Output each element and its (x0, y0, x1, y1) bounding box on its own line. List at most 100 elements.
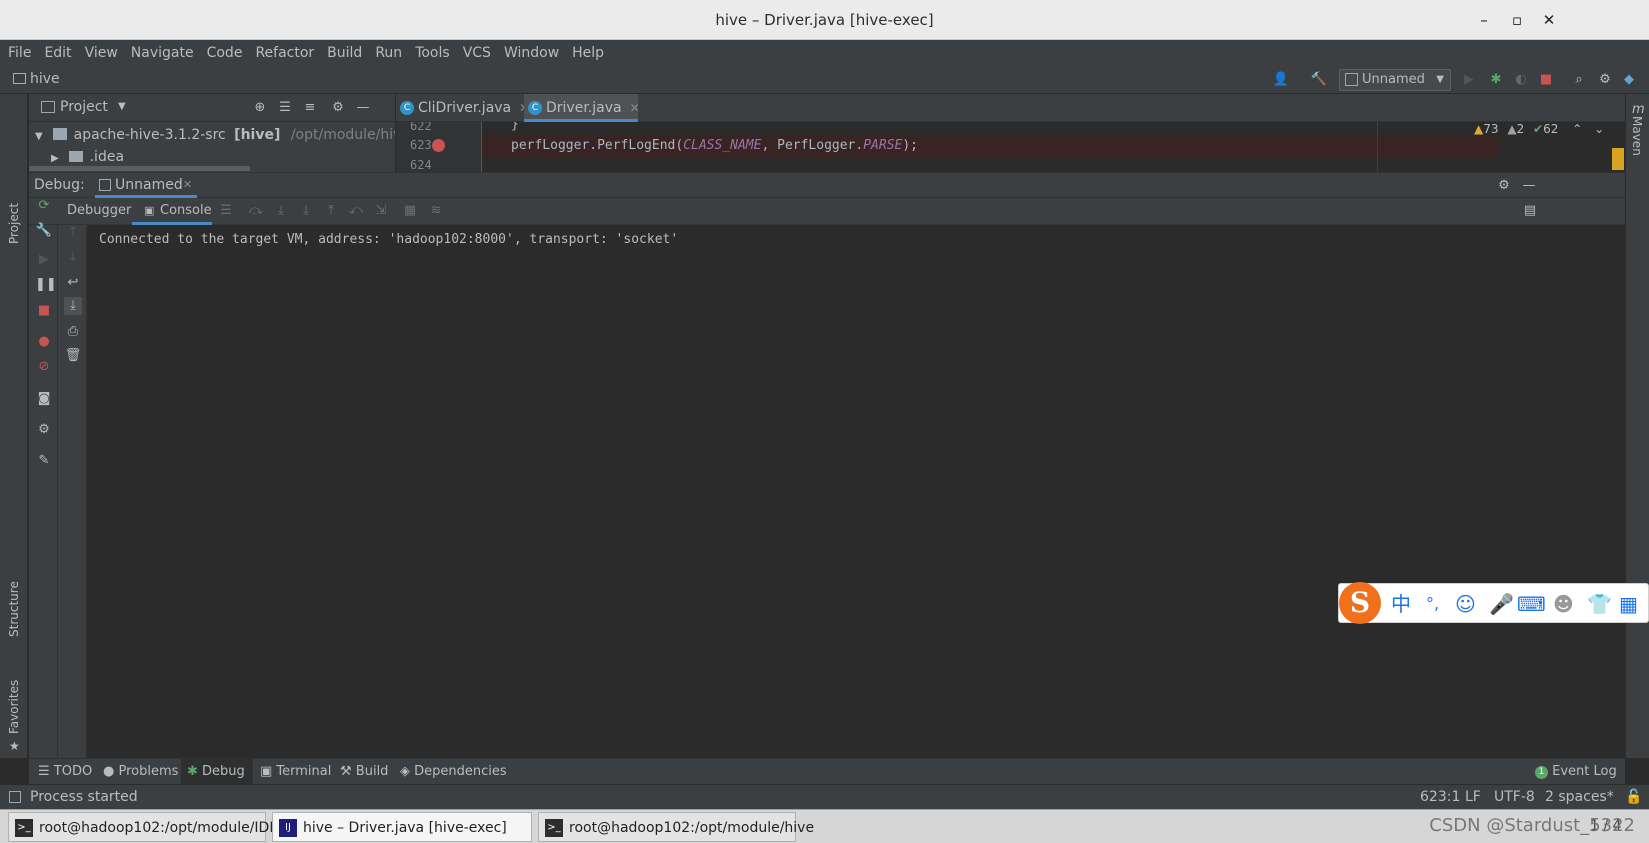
code-editor[interactable]: 622 623 624 } perfLogger.PerfLogEnd(CLAS… (396, 122, 1625, 172)
toolbox-icon[interactable]: ◆ (1620, 71, 1638, 89)
line-separator[interactable]: LF (1465, 789, 1481, 805)
tab-console[interactable]: ▣ Console (132, 198, 212, 225)
indent-setting[interactable]: 2 spaces* (1545, 789, 1614, 805)
horizontal-scrollbar[interactable] (29, 166, 250, 171)
run-icon[interactable]: ▶ (1460, 71, 1478, 89)
run-to-cursor-icon[interactable]: ⇲ (372, 202, 390, 220)
restore-layout-icon[interactable]: ▤ (1521, 202, 1539, 220)
minimize-button[interactable]: – (1472, 9, 1496, 31)
stop-icon[interactable]: ■ (35, 302, 53, 320)
settings-gear-icon[interactable]: ⚙ (329, 99, 347, 117)
expand-all-icon[interactable]: ☰ (276, 99, 294, 117)
hide-icon[interactable]: — (1520, 177, 1538, 195)
taskbar-item-terminal-ide[interactable]: >_ root@hadoop102:/opt/module/IDE··· (8, 812, 292, 842)
menu-tools[interactable]: Tools (415, 45, 450, 61)
tab-todo[interactable]: ☰ TODO (38, 759, 92, 785)
step-into-icon[interactable]: ⤓ (272, 202, 290, 220)
breakpoint-icon[interactable] (432, 139, 445, 152)
camera-icon[interactable]: ◙ (35, 390, 53, 408)
debug-session-tab[interactable]: Unnamed ✕ (95, 173, 197, 198)
close-tab-icon[interactable]: ✕ (630, 101, 640, 115)
settings-gear-icon[interactable]: ⚙ (35, 421, 53, 439)
mute-breakpoints-icon[interactable]: ⊘ (35, 358, 53, 376)
file-encoding[interactable]: UTF-8 (1494, 789, 1535, 805)
tab-terminal[interactable]: ▣ Terminal (260, 759, 331, 785)
lock-icon[interactable]: 🔓 (1625, 789, 1642, 805)
print-icon[interactable]: ⎙ (64, 323, 82, 341)
error-stripe-marker[interactable] (1612, 148, 1624, 170)
evaluate-icon[interactable]: ▦ (401, 202, 419, 220)
menu-view[interactable]: View (85, 45, 118, 61)
menu-run[interactable]: Run (375, 45, 402, 61)
emoji-icon[interactable]: ☺ (1455, 592, 1476, 616)
user-account-icon[interactable]: ☻ (1553, 592, 1574, 616)
close-window-button[interactable]: ✕ (1537, 9, 1561, 31)
menu-refactor[interactable]: Refactor (255, 45, 314, 61)
tree-item-idea[interactable]: ▶ .idea (51, 146, 124, 168)
collapse-all-icon[interactable]: ≡ (301, 99, 319, 117)
inspection-widget[interactable]: ▲73 ▲2 ✔62 ⌃ ⌄ (1474, 122, 1604, 136)
stop-icon[interactable]: ■ (1537, 71, 1555, 89)
caret-position[interactable]: 623:1 (1420, 789, 1460, 805)
close-tab-icon[interactable]: ✕ (183, 178, 192, 191)
menu-edit[interactable]: Edit (44, 45, 71, 61)
rerun-icon[interactable]: ⟳ (35, 197, 53, 215)
status-toggle-icon[interactable] (9, 791, 21, 803)
scroll-up-icon[interactable]: ↑ (64, 224, 82, 242)
trace-icon[interactable]: ≋ (427, 202, 445, 220)
locate-icon[interactable]: ⊕ (251, 99, 269, 117)
tree-item-root[interactable]: ▼ apache-hive-3.1.2-src [hive] /opt/modu… (35, 124, 395, 146)
ime-punctuation-toggle[interactable]: °, (1426, 592, 1439, 616)
chevron-down-icon[interactable]: ⌄ (1594, 122, 1604, 136)
breadcrumb-project[interactable]: hive (30, 71, 60, 87)
settings-gear-icon[interactable]: ⚙ (1495, 177, 1513, 195)
project-view-title[interactable]: Project (60, 99, 108, 115)
tab-event-log[interactable]: 1 Event Log (1535, 759, 1617, 785)
tab-driver[interactable]: C Driver.java ✕ (524, 94, 640, 122)
coverage-icon[interactable]: ◐ (1512, 71, 1530, 89)
toolbox-grid-icon[interactable]: ▦ (1619, 592, 1638, 616)
menu-vcs[interactable]: VCS (463, 45, 491, 61)
debug-bug-icon[interactable]: ✱ (1487, 71, 1505, 89)
menu-navigate[interactable]: Navigate (131, 45, 194, 61)
run-config-select[interactable]: Unnamed ▼ (1339, 69, 1451, 91)
pin-icon[interactable]: ✎ (35, 452, 53, 470)
chevron-down-icon[interactable]: ▼ (118, 101, 126, 112)
force-step-into-icon[interactable]: ⤓ (297, 202, 315, 220)
menu-window[interactable]: Window (504, 45, 559, 61)
tab-dependencies[interactable]: ◈ Dependencies (400, 759, 507, 785)
favorites-tool-tab[interactable]: Favorites (7, 680, 21, 734)
user-icon[interactable]: 👤 (1272, 71, 1290, 89)
scroll-down-icon[interactable]: ↓ (64, 249, 82, 267)
sogou-logo-icon[interactable]: S (1339, 582, 1381, 624)
maven-tool-tab[interactable]: Maven (1630, 116, 1644, 156)
maximize-button[interactable]: ▫ (1505, 9, 1529, 31)
taskbar-item-intellij[interactable]: IJ hive – Driver.java [hive-exec] (272, 812, 532, 842)
menu-build[interactable]: Build (327, 45, 362, 61)
menu-file[interactable]: File (8, 45, 31, 61)
tab-debugger[interactable]: Debugger (67, 203, 131, 218)
skin-shirt-icon[interactable]: 👕 (1587, 592, 1612, 616)
project-tool-tab[interactable]: Project (7, 203, 21, 244)
chevron-up-icon[interactable]: ⌃ (1572, 122, 1582, 136)
hide-icon[interactable]: — (354, 99, 372, 117)
tab-build[interactable]: ⚒ Build (340, 759, 388, 785)
scroll-to-end-icon[interactable]: ⤓ (64, 297, 82, 315)
keyboard-icon[interactable]: ⌨ (1517, 592, 1546, 616)
trash-icon[interactable]: 🗑 (64, 347, 82, 365)
tab-clidriver[interactable]: C CliDriver.java✕ (396, 94, 529, 122)
pause-icon[interactable]: ❚❚ (35, 276, 57, 294)
modify-config-icon[interactable]: 🔧 (35, 222, 53, 240)
step-out-icon[interactable]: ⤒ (322, 202, 340, 220)
drop-frame-icon[interactable]: ⤺ (347, 202, 365, 220)
resume-icon[interactable]: ▶ (35, 251, 53, 269)
soft-wrap-icon[interactable]: ↩ (64, 274, 82, 292)
microphone-icon[interactable]: 🎤 (1489, 592, 1514, 616)
search-icon[interactable]: ⌕ (1570, 71, 1588, 89)
tab-debug[interactable]: ✱ Debug (181, 759, 253, 785)
ime-language-toggle[interactable]: 中 (1391, 592, 1411, 616)
view-breakpoints-icon[interactable]: ● (35, 333, 53, 351)
tab-problems[interactable]: ● Problems (103, 759, 178, 785)
taskbar-item-terminal-hive[interactable]: >_ root@hadoop102:/opt/module/hive (538, 812, 814, 842)
console-output[interactable]: Connected to the target VM, address: 'ha… (87, 225, 1625, 758)
